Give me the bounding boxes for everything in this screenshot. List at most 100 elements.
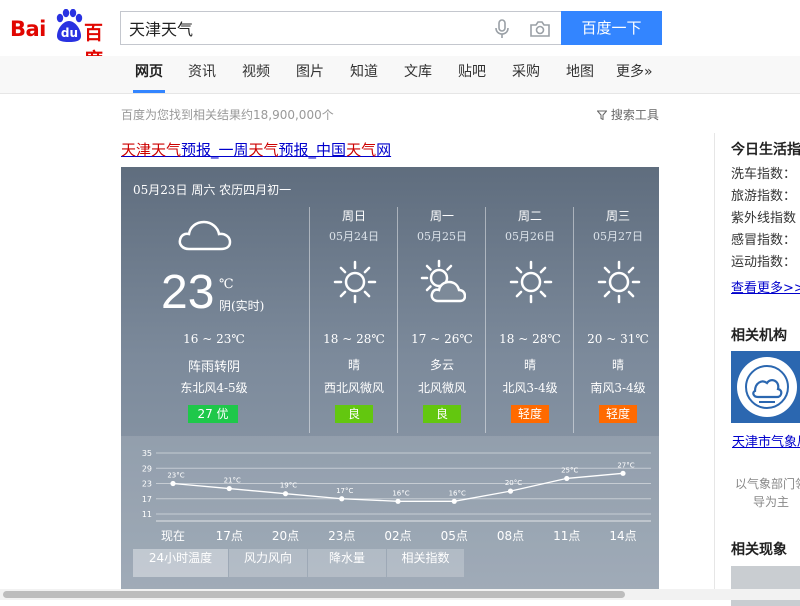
- header: Bai du 百度 百度一下: [0, 0, 800, 71]
- today-wind: 东北风4-5级: [180, 381, 248, 395]
- chart-point-label: 16°C: [449, 489, 466, 497]
- chart-tab-precipitation[interactable]: 降水量: [308, 549, 386, 577]
- weather-card: 05月23日 周六 农历四月初一 23 ℃ 阴(实时) 16 ~ 23℃ 阵雨转…: [121, 167, 659, 590]
- chart-x-tick-label: 14点: [609, 529, 636, 543]
- search-tools-button[interactable]: 搜索工具: [596, 106, 659, 123]
- title-part: 天气: [248, 141, 279, 159]
- forecast-wind: 南风3-4级: [590, 381, 646, 395]
- forecast-day[interactable]: 周一 05月25日 17 ~ 26℃ 多云 北风微风 良: [397, 207, 486, 433]
- forecast-wind: 西北风微风: [323, 381, 384, 395]
- org-name-link[interactable]: 天津市气象局: [731, 433, 800, 453]
- phenomenon-thumbnail[interactable]: [731, 566, 800, 606]
- tab-more[interactable]: 更多»: [616, 56, 653, 93]
- title-part: 网: [376, 141, 392, 159]
- forecast-aqi-badge: 良: [423, 405, 461, 423]
- sidebar-divider: [714, 133, 715, 600]
- tab-news[interactable]: 资讯: [188, 56, 216, 93]
- realtime-condition: 阴(实时): [219, 299, 265, 313]
- forecast-day[interactable]: 周三 05月27日 20 ~ 31℃ 晴 南风3-4级 轻度: [573, 207, 659, 433]
- forecast-aqi-badge: 轻度: [511, 405, 549, 423]
- forecast-date: 05月26日: [505, 230, 555, 243]
- current-temperature: 23: [161, 266, 215, 319]
- forecast-condition: 晴: [611, 358, 624, 372]
- temperature-unit: ℃: [219, 277, 234, 292]
- search-box: [120, 11, 562, 45]
- chart-y-tick-label: 17: [142, 495, 152, 504]
- forecast-weekday: 周三: [605, 209, 630, 223]
- sun-icon: [509, 260, 553, 304]
- tab-tieba[interactable]: 贴吧: [458, 56, 486, 93]
- forecast-day[interactable]: 周二 05月26日 18 ~ 28℃ 晴 北风3-4级 轻度: [485, 207, 574, 433]
- chart-point-label: 25°C: [561, 466, 578, 474]
- life-index-title: 今日生活指: [731, 142, 800, 158]
- forecast-day[interactable]: 周日 05月24日 18 ~ 28℃ 晴 西北风微风 良: [309, 207, 398, 433]
- chart-point: [282, 491, 289, 497]
- forecast-temp-range: 18 ~ 28℃: [499, 332, 561, 346]
- tab-map[interactable]: 地图: [566, 56, 594, 93]
- related-org-title: 相关机构: [731, 328, 787, 344]
- forecast-condition: 多云: [429, 358, 454, 372]
- chart-point-label: 23°C: [167, 472, 184, 480]
- today-temp-range: 16 ~ 23℃: [183, 332, 245, 346]
- today-aqi-badge: 27 优: [188, 405, 238, 423]
- tab-purchase[interactable]: 采购: [512, 56, 540, 93]
- forecast-weekday: 周一: [429, 209, 454, 223]
- forecast-wind: 北风微风: [417, 381, 466, 395]
- chart-point: [339, 496, 345, 502]
- search-button[interactable]: 百度一下: [561, 11, 662, 45]
- forecast-weekday: 周日: [341, 209, 366, 223]
- tab-wenku[interactable]: 文库: [404, 56, 432, 93]
- result-title-link[interactable]: 天津天气预报_一周天气预报_中国天气网: [121, 139, 391, 160]
- search-input[interactable]: [129, 12, 479, 44]
- partly-cloudy-icon: [420, 259, 466, 303]
- life-index-item: 旅游指数：: [731, 189, 797, 204]
- meteorological-bureau-logo[interactable]: [731, 351, 800, 423]
- forecast-condition: 晴: [523, 358, 536, 372]
- camera-icon[interactable]: [529, 20, 551, 38]
- cloud-icon: [178, 220, 232, 251]
- chart-point: [451, 498, 457, 504]
- chart-point: [395, 498, 401, 504]
- filter-icon: [596, 110, 608, 121]
- chart-x-tick-label: 05点: [441, 529, 468, 543]
- hourly-temperature-panel: 35 29 23 17 11 23°C 现在 21°C 17点 19°C 20点 17°C 23点 16°…: [121, 436, 659, 590]
- forecast-weekday: 周二: [517, 209, 542, 223]
- tab-web[interactable]: 网页: [133, 56, 165, 93]
- chart-tab-wind[interactable]: 风力风向: [229, 549, 307, 577]
- chart-tab-temperature[interactable]: 24小时温度: [133, 549, 228, 577]
- baidu-logo[interactable]: Bai du 百度: [10, 9, 114, 71]
- chart-point: [226, 485, 232, 492]
- chart-y-tick-label: 35: [142, 449, 152, 458]
- tab-zhidao[interactable]: 知道: [350, 56, 378, 93]
- horizontal-scrollbar[interactable]: [0, 589, 800, 600]
- chart-x-tick-label: 23点: [328, 529, 355, 543]
- chart-point-label: 27°C: [617, 461, 634, 469]
- forecast-condition: 晴: [347, 358, 360, 372]
- chart-point-label: 20°C: [505, 479, 522, 487]
- logo-du-text: du: [60, 26, 79, 40]
- tab-images[interactable]: 图片: [296, 56, 324, 93]
- chart-y-tick-label: 23: [142, 480, 152, 489]
- chart-tabs: 24小时温度 风力风向 降水量 相关指数: [121, 549, 659, 577]
- forecast-temp-range: 18 ~ 28℃: [323, 332, 385, 346]
- weather-date: 05月23日 周六 农历四月初一: [133, 183, 292, 197]
- search-tools-label: 搜索工具: [610, 108, 659, 122]
- forecast-date: 05月27日: [593, 230, 643, 243]
- tab-video[interactable]: 视频: [242, 56, 270, 93]
- title-part: 预报_中国: [278, 141, 347, 159]
- tab-label: 网页: [135, 64, 163, 80]
- chart-x-tick-label: 02点: [384, 529, 411, 543]
- forecast-temp-range: 17 ~ 26℃: [411, 332, 473, 346]
- chart-x-tick-label: 08点: [497, 529, 524, 543]
- chart-x-tick-label: 现在: [161, 529, 185, 543]
- forecast-date: 05月24日: [329, 230, 379, 243]
- microphone-icon[interactable]: [493, 19, 511, 39]
- title-part: 天津天气: [121, 141, 182, 159]
- chart-tab-indices[interactable]: 相关指数: [387, 549, 464, 577]
- chart-point-label: 19°C: [280, 482, 297, 490]
- view-more-link[interactable]: 查看更多>>: [731, 277, 800, 296]
- forecast-temp-range: 20 ~ 31℃: [587, 332, 649, 346]
- chart-x-tick-label: 11点: [553, 529, 580, 543]
- chart-y-tick-label: 29: [142, 464, 152, 473]
- scrollbar-thumb[interactable]: [3, 591, 625, 598]
